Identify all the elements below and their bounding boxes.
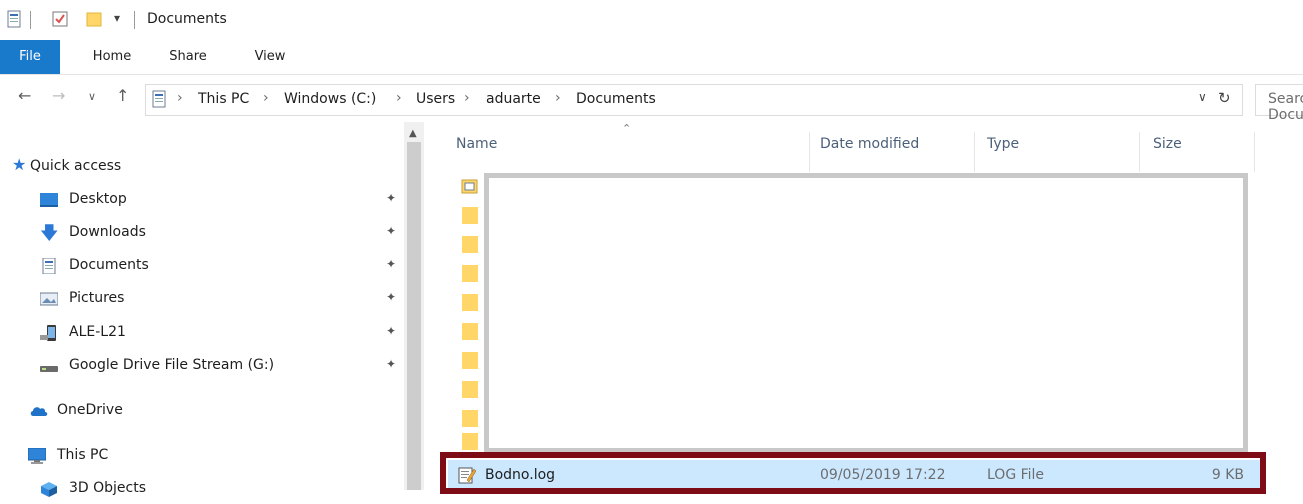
scroll-up-icon[interactable]: ▲ — [409, 128, 417, 139]
desktop-icon — [40, 193, 58, 207]
redaction-overlay — [484, 173, 1248, 453]
up-button[interactable]: ↑ — [116, 86, 129, 105]
window-title: Documents — [147, 11, 227, 27]
nav-item-desktop[interactable]: Desktop ✦ — [0, 185, 404, 215]
address-dropdown-icon[interactable]: ∨ — [1198, 90, 1207, 104]
pin-icon[interactable]: ✦ — [386, 324, 396, 338]
tab-share[interactable]: Share — [160, 40, 216, 74]
documents-icon — [42, 258, 56, 274]
folder-icon[interactable] — [461, 351, 478, 369]
pictures-icon — [40, 292, 58, 306]
forward-button[interactable]: → — [52, 86, 65, 105]
column-header-date-modified[interactable]: Date modified — [820, 136, 919, 152]
nav-item-google-drive[interactable]: Google Drive File Stream (G:) ✦ — [0, 351, 404, 381]
library-folder-icon[interactable] — [461, 177, 478, 195]
folder-icon[interactable] — [461, 293, 478, 311]
chevron-right-icon[interactable]: › — [396, 90, 402, 106]
back-button[interactable]: ← — [18, 86, 31, 105]
column-header-name[interactable]: Name — [456, 136, 497, 152]
tab-home[interactable]: Home — [82, 40, 142, 74]
folder-icon[interactable] — [461, 432, 478, 450]
folder-icon[interactable] — [461, 235, 478, 253]
folder-icon[interactable] — [461, 409, 478, 427]
search-box[interactable]: Search Documents — [1255, 84, 1303, 123]
documents-icon — [152, 90, 166, 108]
folder-icon[interactable] — [461, 380, 478, 398]
3d-objects-icon — [41, 482, 57, 497]
nav-item-documents[interactable]: Documents ✦ — [0, 251, 404, 281]
highlight-box — [440, 452, 1266, 494]
breadcrumb-windows-c[interactable]: Windows (C:) — [284, 91, 376, 107]
pin-icon[interactable]: ✦ — [386, 191, 396, 205]
download-icon: 🡇 — [40, 223, 59, 244]
chevron-right-icon: › — [177, 90, 183, 106]
folder-icon[interactable] — [461, 322, 478, 340]
checkbox-icon[interactable] — [52, 10, 68, 28]
sort-ascending-icon: ⌃ — [622, 122, 632, 135]
customize-toolbar-icon[interactable]: ▾ — [114, 11, 120, 25]
star-icon: ★ — [12, 155, 27, 174]
pin-icon[interactable]: ✦ — [386, 357, 396, 371]
nav-item-ale-l21[interactable]: ALE-L21 ✦ — [0, 318, 404, 348]
title-bar: ▾ Documents — [0, 0, 1303, 40]
search-input[interactable]: Search Documents — [1268, 91, 1303, 123]
new-folder-icon[interactable] — [86, 10, 102, 28]
cloud-icon — [30, 407, 48, 416]
refresh-icon[interactable]: ↻ — [1218, 89, 1231, 107]
nav-item-3d-objects[interactable]: 3D Objects — [0, 474, 404, 504]
chevron-right-icon[interactable]: › — [464, 90, 470, 106]
chevron-right-icon[interactable]: › — [263, 90, 269, 106]
nav-item-pictures[interactable]: Pictures ✦ — [0, 284, 404, 314]
tab-file[interactable]: File — [0, 40, 60, 74]
breadcrumb-aduarte[interactable]: aduarte — [486, 91, 541, 107]
column-header-type[interactable]: Type — [987, 136, 1019, 152]
folder-icon[interactable] — [461, 264, 478, 282]
nav-item-this-pc[interactable]: This PC — [0, 441, 404, 471]
navigation-pane-scrollbar[interactable]: ▲ — [404, 122, 424, 490]
drive-icon — [40, 366, 58, 372]
chevron-right-icon[interactable]: › — [555, 90, 561, 106]
nav-item-onedrive[interactable]: OneDrive — [0, 396, 404, 426]
recent-locations-button[interactable]: ∨ — [88, 90, 96, 103]
address-bar[interactable]: › This PC › Windows (C:) › Users › aduar… — [145, 84, 1243, 116]
nav-item-downloads[interactable]: 🡇 Downloads ✦ — [0, 218, 404, 248]
ribbon: File Home Share View — [0, 40, 1303, 75]
pin-icon[interactable]: ✦ — [386, 290, 396, 304]
folder-icon[interactable] — [461, 206, 478, 224]
properties-icon[interactable] — [6, 10, 22, 28]
scroll-thumb[interactable] — [407, 142, 421, 490]
column-header-size[interactable]: Size — [1153, 136, 1182, 152]
breadcrumb-this-pc[interactable]: This PC — [198, 91, 249, 107]
breadcrumb-users[interactable]: Users — [416, 91, 455, 107]
breadcrumb-documents[interactable]: Documents — [576, 91, 656, 107]
pin-icon[interactable]: ✦ — [386, 224, 396, 238]
navigation-pane: ★ Quick access Desktop ✦ 🡇 Downloads ✦ D… — [0, 122, 404, 497]
pin-icon[interactable]: ✦ — [386, 257, 396, 271]
phone-icon — [40, 325, 56, 341]
nav-item-quick-access[interactable]: ★ Quick access — [0, 152, 404, 182]
tab-view[interactable]: View — [242, 40, 298, 74]
computer-icon — [28, 448, 46, 464]
